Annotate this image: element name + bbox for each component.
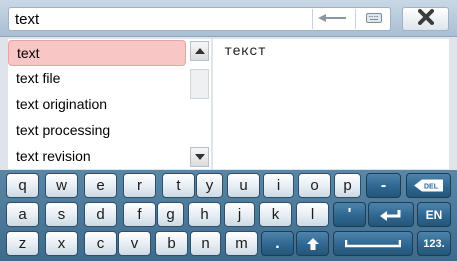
key-hyphen[interactable]: - <box>366 173 401 198</box>
top-bar: text <box>0 0 457 37</box>
language-button[interactable]: EN <box>417 202 451 227</box>
suggestion-list: text text file text origination text pro… <box>8 39 188 169</box>
space-icon <box>345 239 401 247</box>
keyboard-icon <box>366 10 382 28</box>
key-j[interactable]: j <box>224 202 255 227</box>
key-f[interactable]: f <box>123 202 156 227</box>
space-button[interactable] <box>333 231 413 256</box>
key-g[interactable]: g <box>157 202 184 227</box>
key-l[interactable]: l <box>296 202 329 227</box>
list-item[interactable]: text revision <box>8 144 186 170</box>
on-screen-keyboard: q w e r t y u i o p - DEL a s d f g h j … <box>0 170 457 261</box>
translation-text: текст <box>224 44 267 60</box>
close-x-icon <box>417 8 434 30</box>
list-item[interactable]: text <box>8 40 186 66</box>
key-h[interactable]: h <box>188 202 221 227</box>
key-v[interactable]: v <box>118 231 151 256</box>
numbers-button[interactable]: 123. <box>417 231 451 256</box>
key-r[interactable]: r <box>123 173 156 198</box>
key-b[interactable]: b <box>155 231 188 256</box>
arrow-up-icon <box>194 48 205 54</box>
search-input-value: text <box>15 11 40 28</box>
key-a[interactable]: a <box>6 202 39 227</box>
list-scrollbar[interactable] <box>188 39 211 169</box>
scroll-thumb[interactable] <box>190 69 209 99</box>
key-delete[interactable]: DEL <box>406 173 451 198</box>
arrow-down-icon <box>194 154 205 160</box>
key-k[interactable]: k <box>259 202 292 227</box>
key-c[interactable]: c <box>84 231 117 256</box>
list-item[interactable]: text file <box>8 66 186 92</box>
key-p[interactable]: p <box>334 173 361 198</box>
key-q[interactable]: q <box>6 173 39 198</box>
enter-icon <box>380 209 401 221</box>
keyboard-toggle-button[interactable] <box>357 7 391 31</box>
arrow-left-icon <box>317 10 348 28</box>
key-i[interactable]: i <box>263 173 294 198</box>
close-button[interactable] <box>402 7 449 31</box>
key-x[interactable]: x <box>45 231 78 256</box>
key-e[interactable]: e <box>84 173 117 198</box>
scroll-up-button[interactable] <box>190 41 209 61</box>
shift-arrow-icon <box>306 237 319 250</box>
key-y[interactable]: y <box>196 173 223 198</box>
shift-button[interactable] <box>296 231 329 256</box>
key-n[interactable]: n <box>190 231 221 256</box>
key-z[interactable]: z <box>6 231 39 256</box>
key-w[interactable]: w <box>45 173 78 198</box>
list-item[interactable]: text processing <box>8 118 186 144</box>
key-s[interactable]: s <box>45 202 78 227</box>
svg-text:DEL: DEL <box>424 184 439 191</box>
key-o[interactable]: o <box>298 173 331 198</box>
key-u[interactable]: u <box>227 173 260 198</box>
list-item[interactable]: text origination <box>8 92 186 118</box>
backspace-button[interactable] <box>312 7 353 31</box>
separator <box>355 9 356 29</box>
translation-pane: текст <box>213 39 449 169</box>
key-apostrophe[interactable]: ' <box>333 202 366 227</box>
key-period[interactable]: . <box>261 231 294 256</box>
scroll-down-button[interactable] <box>190 147 209 167</box>
key-m[interactable]: m <box>225 231 258 256</box>
key-t[interactable]: t <box>162 173 195 198</box>
enter-button[interactable] <box>368 202 414 227</box>
delete-backspace-icon: DEL <box>413 179 443 192</box>
key-d[interactable]: d <box>84 202 117 227</box>
